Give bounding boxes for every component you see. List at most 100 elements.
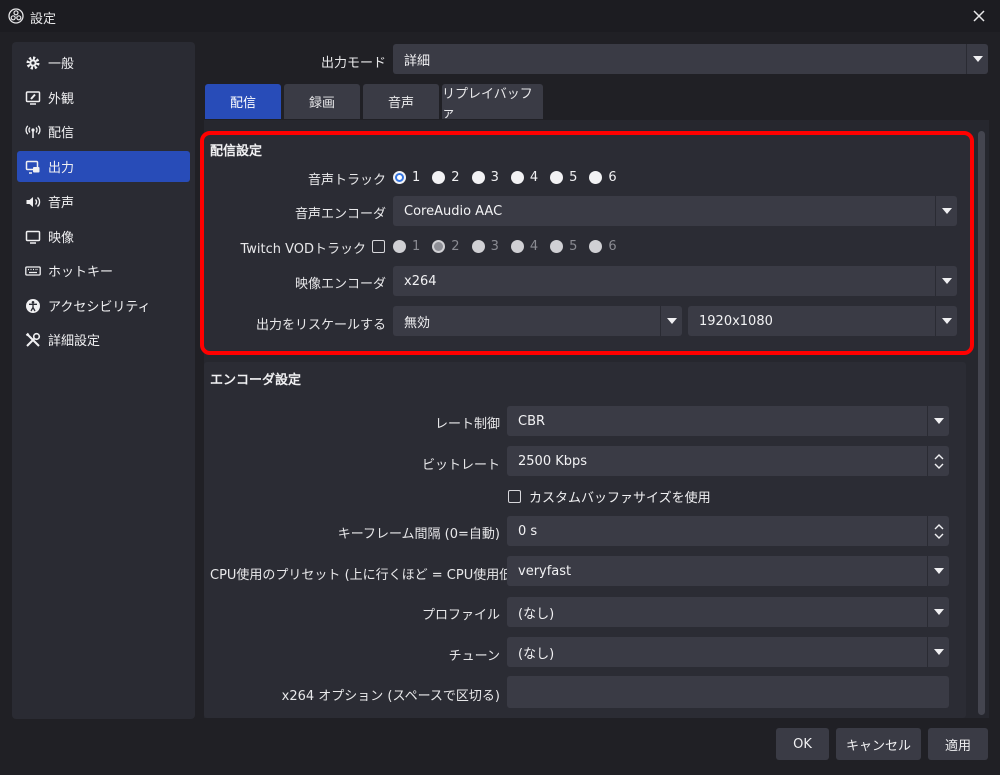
cancel-button[interactable]: キャンセル (836, 728, 921, 760)
custom-buffer-label: カスタムバッファサイズを使用 (529, 490, 711, 506)
rate-control-value: CBR (518, 413, 546, 429)
audio-track-radio-6[interactable] (589, 170, 603, 184)
output-mode-select[interactable]: 詳細 (393, 44, 988, 74)
radio-label: 6 (608, 238, 617, 254)
chevron-down-icon (933, 418, 944, 424)
audio-encoder-value: CoreAudio AAC (404, 203, 503, 219)
sidebar-item-accessibility[interactable]: アクセシビリティ (17, 290, 190, 321)
sidebar-item-general[interactable]: 一般 (17, 47, 190, 78)
sidebar-item-label: 映像 (48, 231, 75, 246)
vod-track-radio-6[interactable] (589, 239, 603, 253)
radio-label: 2 (451, 169, 460, 185)
keyframe-stepper[interactable]: 0 s (507, 516, 949, 546)
scrollbar[interactable] (978, 131, 985, 715)
radio-label: 4 (529, 169, 539, 185)
output-mode-label: 出力モード (320, 56, 386, 71)
radio-label: 6 (608, 169, 617, 185)
tab-recording[interactable]: 録画 (284, 84, 360, 119)
vod-track-radio-2[interactable] (432, 239, 446, 253)
x264-options-label: x264 オプション (スペースで区切る) (281, 689, 500, 704)
custom-buffer-option: カスタムバッファサイズを使用 (508, 487, 723, 506)
sidebar-item-label: 配信 (48, 126, 75, 141)
chevron-down-icon[interactable] (934, 533, 944, 539)
chevron-down-icon (972, 56, 983, 62)
sidebar-item-output[interactable]: 出力 (17, 151, 190, 182)
audio-encoder-select[interactable]: CoreAudio AAC (393, 196, 957, 226)
rescale-select[interactable]: 無効 (393, 306, 682, 336)
video-encoder-label: 映像エンコーダ (294, 277, 386, 292)
chevron-down-icon (941, 278, 952, 284)
sidebar-item-stream[interactable]: 配信 (17, 116, 190, 147)
sidebar-item-label: 出力 (48, 161, 75, 176)
cpu-preset-value: veryfast (518, 563, 572, 579)
chevron-down-icon (666, 318, 677, 324)
tune-label: チューン (448, 649, 500, 664)
radio-label: 3 (490, 169, 499, 185)
custom-buffer-checkbox[interactable] (508, 489, 521, 503)
tab-audio[interactable]: 音声 (363, 84, 439, 119)
cpu-preset-label: CPU使用のプリセット (上に行くほど = CPU使用低い) (210, 568, 531, 583)
tune-value: (なし) (518, 646, 555, 662)
sidebar-item-audio[interactable]: 音声 (17, 186, 190, 217)
vod-track-radio-5[interactable] (550, 239, 564, 253)
rate-control-select[interactable]: CBR (507, 406, 949, 436)
vod-track-group: 1 2 3 4 5 6 (372, 237, 629, 255)
ok-button[interactable]: OK (776, 728, 829, 760)
sidebar-item-hotkeys[interactable]: ホットキー (17, 255, 190, 286)
keyframe-value: 0 s (518, 523, 538, 539)
chevron-up-icon[interactable] (934, 453, 944, 460)
gear-icon (24, 54, 42, 72)
close-button[interactable] (968, 5, 990, 27)
sidebar-item-label: 音声 (48, 196, 75, 211)
profile-select[interactable]: (なし) (507, 597, 949, 627)
chevron-down-icon (933, 649, 944, 655)
sidebar-item-appearance[interactable]: 外観 (17, 82, 190, 113)
chevron-up-icon[interactable] (934, 523, 944, 530)
settings-sidebar: 一般 外観 配信 出力 音声 映像 ホットキー アクセシビリティ 詳細設定 (12, 42, 195, 719)
radio-label: 2 (451, 238, 460, 254)
sidebar-item-label: 外観 (48, 92, 75, 107)
vod-track-radio-3[interactable] (471, 239, 485, 253)
sidebar-item-video[interactable]: 映像 (17, 221, 190, 252)
chevron-down-icon (941, 318, 952, 324)
tune-select[interactable]: (なし) (507, 637, 949, 667)
radio-label: 4 (529, 238, 539, 254)
video-encoder-value: x264 (404, 273, 437, 289)
accessibility-icon (24, 297, 42, 315)
rescale-label: 出力をリスケールする (255, 318, 386, 333)
vod-track-checkbox[interactable] (372, 239, 385, 253)
rescale-resolution-value: 1920x1080 (699, 313, 773, 329)
monitor-icon (24, 228, 42, 246)
close-icon (973, 10, 985, 22)
profile-label: プロファイル (421, 608, 500, 623)
radio-label: 5 (569, 238, 578, 254)
rescale-resolution-select[interactable]: 1920x1080 (688, 306, 957, 336)
chevron-down-icon (941, 208, 952, 214)
tab-stream[interactable]: 配信 (205, 84, 281, 119)
chevron-down-icon (933, 609, 944, 615)
vod-track-radio-4[interactable] (510, 239, 524, 253)
radio-label: 3 (490, 238, 499, 254)
apply-button[interactable]: 適用 (928, 728, 988, 760)
audio-track-radio-3[interactable] (471, 170, 485, 184)
x264-options-input[interactable] (507, 676, 949, 708)
audio-track-radio-1[interactable] (393, 170, 406, 184)
vod-track-radio-1[interactable] (393, 239, 406, 253)
bitrate-stepper[interactable]: 2500 Kbps (507, 446, 949, 476)
audio-track-label: 音声トラック (307, 173, 386, 188)
audio-track-radio-5[interactable] (550, 170, 564, 184)
radio-label: 1 (412, 238, 421, 254)
rescale-value: 無効 (404, 315, 431, 331)
video-encoder-select[interactable]: x264 (393, 266, 957, 296)
audio-track-radio-4[interactable] (510, 170, 524, 184)
audio-track-radio-2[interactable] (432, 170, 446, 184)
streaming-settings-title: 配信設定 (210, 144, 263, 159)
sidebar-item-label: ホットキー (48, 265, 114, 280)
encoder-settings-title: エンコーダ設定 (210, 373, 302, 388)
chevron-down-icon[interactable] (934, 463, 944, 469)
tab-replay-buffer[interactable]: リプレイバッファ (442, 84, 543, 121)
bitrate-label: ビットレート (421, 458, 500, 473)
cpu-preset-select[interactable]: veryfast (507, 556, 949, 586)
rate-control-label: レート制御 (434, 417, 500, 432)
sidebar-item-advanced[interactable]: 詳細設定 (17, 324, 190, 355)
